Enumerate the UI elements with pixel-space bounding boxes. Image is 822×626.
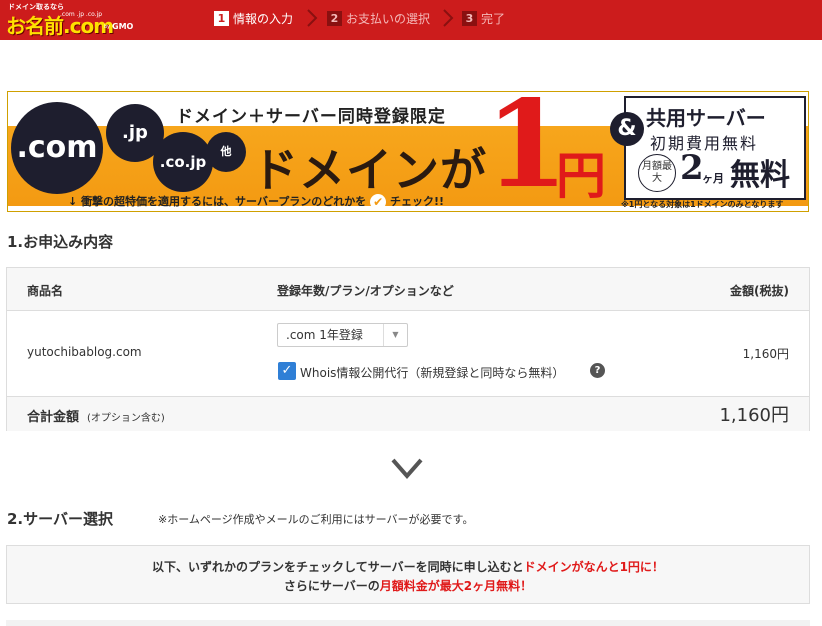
logo-gmo: GMO — [112, 22, 134, 31]
checkmark-icon: ✓ — [281, 363, 293, 378]
step-label: お支払いの選択 — [346, 11, 431, 26]
col-product: 商品名 — [27, 284, 64, 298]
banner-note: ↓ 衝撃の超特価を適用するには、サーバープランのどれかを ✔ チェック!! — [68, 193, 444, 210]
ampersand-badge: & — [610, 112, 644, 146]
server-note: ※ホームページ作成やメールのご利用にはサーバーが必要です。 — [158, 513, 474, 526]
whois-checkbox[interactable]: ✓ — [278, 362, 296, 380]
table-header: 商品名 登録年数/プラン/オプションなど 金額(税抜) — [7, 268, 809, 311]
banner-footnote: ※1円となる対象は1ドメインのみとなります — [621, 200, 784, 209]
server-promo-box: 共用サーバー 初期費用無料 月額最大 2 ヶ月 無料 — [624, 96, 806, 200]
whois-label: Whois情報公開代行（新規登録と同時なら無料） — [300, 366, 565, 380]
checkmark-icon: ✔ — [370, 194, 387, 210]
logo-by: by — [104, 24, 111, 30]
banner-price-unit: 円 — [556, 146, 606, 205]
promo-banner: .com .jp .co.jp 他 ドメイン＋サーバー同時登録限定 ドメインが … — [7, 91, 809, 212]
step-label: 情報の入力 — [233, 11, 294, 26]
notice-line-1-highlight: ドメインがなんと1円に！ — [523, 560, 664, 574]
monthly-max-badge: 月額最大 — [638, 154, 676, 192]
registration-period-select[interactable]: .com 1年登録 ▼ — [277, 323, 408, 347]
section-title-order: 1.お申込み内容 — [7, 233, 114, 251]
tld-cojp-badge: .co.jp — [153, 132, 213, 192]
domain-name: yutochibablog.com — [27, 345, 142, 359]
help-icon[interactable]: ? — [590, 363, 605, 378]
free-label: 無料 — [730, 158, 790, 193]
select-value: .com 1年登録 — [286, 328, 363, 342]
next-section-edge — [6, 620, 810, 626]
step-chevron-icon — [304, 8, 320, 28]
step-number: 2 — [327, 10, 342, 26]
server-promo-title: 共用サーバー — [646, 106, 766, 130]
col-plan: 登録年数/プラン/オプションなど — [277, 284, 454, 298]
notice-line-2: さらにサーバーの月額料金が最大2ヶ月無料！ — [7, 577, 809, 594]
step-label: 完了 — [481, 11, 506, 26]
banner-note-text: 衝撃の超特価を適用するには、サーバープランのどれかを — [81, 195, 367, 208]
step-number: 3 — [462, 10, 477, 26]
tld-com-badge: .com — [11, 102, 103, 194]
notice-line-2-text: さらにサーバーの — [283, 579, 380, 593]
total-value: 1,160円 — [719, 405, 789, 426]
section-title-server: 2.サーバー選択 — [7, 510, 113, 528]
server-notice: 以下、いずれかのプランをチェックしてサーバーを同時に申し込むとドメインがなんと1… — [6, 545, 810, 604]
months-unit: ヶ月 — [702, 172, 724, 185]
banner-headline: ドメインが — [252, 143, 487, 197]
logo-tlds: .com .jp .co.jp — [60, 11, 103, 18]
tld-other-badge: 他 — [206, 132, 246, 172]
row-price: 1,160円 — [742, 347, 789, 361]
total-sub: (オプション含む) — [87, 413, 165, 424]
step-number: 1 — [214, 10, 229, 26]
col-price: 金額(税抜) — [730, 284, 789, 298]
dropdown-arrow-icon: ▼ — [383, 324, 407, 346]
step-chevron-icon — [440, 8, 456, 28]
chevron-down-icon — [390, 456, 424, 482]
top-header: ドメイン取るなら お名前.com .com .jp .co.jp by GMO … — [0, 0, 822, 40]
down-arrow-icon: ↓ — [68, 195, 78, 208]
months-number: 2 — [680, 148, 704, 188]
banner-note-check: チェック!! — [389, 195, 445, 208]
notice-line-1: 以下、いずれかのプランをチェックしてサーバーを同時に申し込むとドメインがなんと1… — [7, 558, 809, 575]
step-complete: 3 完了 — [462, 9, 505, 27]
total-row: 合計金額 (オプション含む) 1,160円 — [7, 396, 809, 431]
order-table: 商品名 登録年数/プラン/オプションなど 金額(税抜) yutochibablo… — [6, 267, 810, 431]
notice-line-2-highlight: 月額料金が最大2ヶ月無料！ — [379, 579, 533, 593]
step-payment: 2 お支払いの選択 — [327, 9, 430, 27]
banner-top-text: ドメイン＋サーバー同時登録限定 — [176, 107, 446, 127]
total-label: 合計金額 — [27, 410, 80, 425]
notice-line-1-text: 以下、いずれかのプランをチェックしてサーバーを同時に申し込むと — [152, 560, 524, 574]
step-input: 1 情報の入力 — [214, 9, 293, 27]
